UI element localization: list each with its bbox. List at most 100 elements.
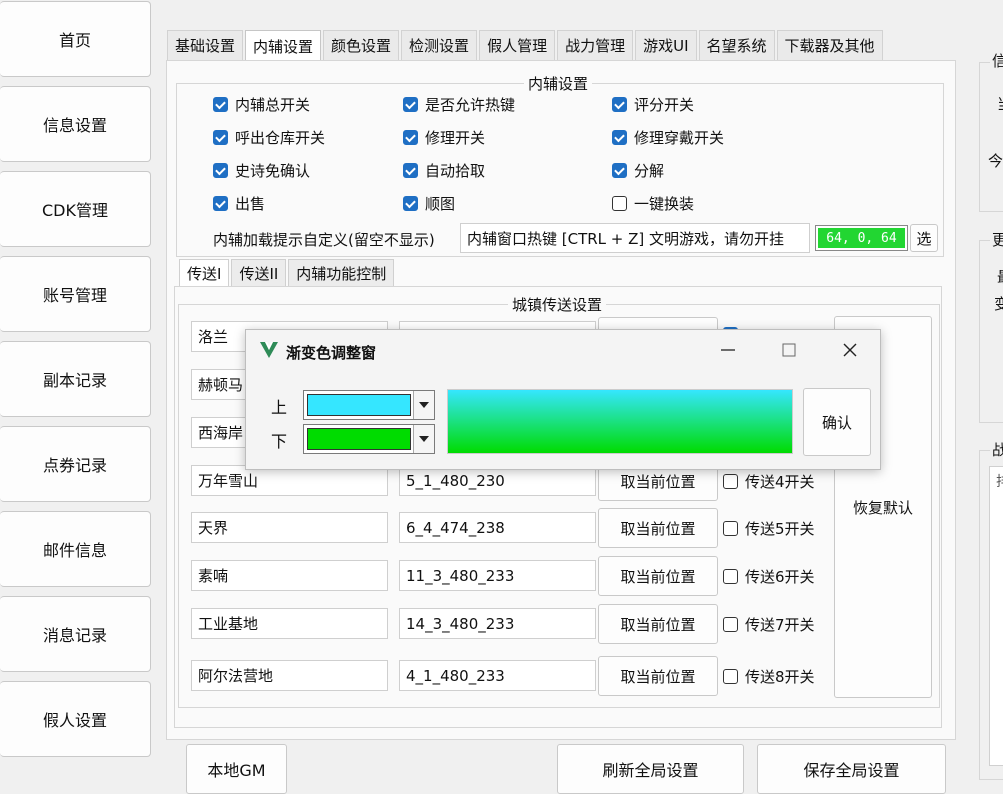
minimize-icon[interactable] (713, 338, 743, 362)
tab-7[interactable]: 名望系统 (698, 30, 775, 60)
checkbox-icon[interactable] (723, 521, 738, 536)
teleport-coord-input[interactable]: 4_1_480_233 (399, 660, 596, 691)
tab-5[interactable]: 战力管理 (557, 30, 634, 60)
checkbox-icon[interactable] (723, 669, 738, 684)
tab-3[interactable]: 检测设置 (401, 30, 478, 60)
color-value-display: 64, 0, 64 (818, 228, 905, 248)
teleport-name-input[interactable]: 阿尔法营地 (191, 660, 388, 691)
assist-check-4[interactable]: 修理开关 (403, 127, 485, 148)
checkbox-label: 分解 (634, 162, 665, 180)
subtab-0[interactable]: 传送I (179, 259, 230, 286)
assist-check-8[interactable]: 分解 (612, 160, 664, 181)
teleport-coord-input[interactable]: 11_3_480_233 (399, 560, 596, 591)
tab-6[interactable]: 游戏UI (635, 30, 697, 60)
subtab-2[interactable]: 内辅功能控制 (288, 259, 395, 286)
assist-check-11[interactable]: 一键换装 (612, 193, 694, 214)
close-icon[interactable] (835, 338, 865, 362)
nav-message-records-button[interactable]: 消息记录 (0, 596, 151, 672)
checkbox-icon[interactable] (213, 196, 228, 211)
checkbox-icon[interactable] (612, 97, 627, 112)
checkbox-icon[interactable] (213, 130, 228, 145)
assist-check-6[interactable]: 史诗免确认 (213, 160, 310, 181)
right-group-2-title: 更 (990, 229, 1003, 250)
sub-tab-bar: 传送I 传送II 内辅功能控制 (179, 259, 396, 286)
save-global-button[interactable]: 保存全局设置 (757, 744, 946, 794)
checkbox-icon[interactable] (723, 617, 738, 632)
checkbox-icon[interactable] (612, 163, 627, 178)
teleport-name-input[interactable]: 工业基地 (191, 608, 388, 639)
teleport-name-input[interactable]: 天界 (191, 512, 388, 543)
teleport-group-title: 城镇传送设置 (508, 294, 607, 315)
assist-check-7[interactable]: 自动拾取 (403, 160, 485, 181)
teleport-toggle[interactable]: 传送8开关 (723, 666, 815, 687)
bottom-color-select[interactable] (303, 424, 435, 454)
checkbox-icon[interactable] (403, 196, 418, 211)
checkbox-label: 内辅总开关 (235, 96, 311, 114)
checkbox-icon[interactable] (403, 130, 418, 145)
teleport-toggle[interactable]: 传送7开关 (723, 614, 815, 635)
nav-dungeon-records-button[interactable]: 副本记录 (0, 341, 151, 417)
gradient-preview (447, 389, 793, 454)
nav-mail-info-button[interactable]: 邮件信息 (0, 511, 151, 587)
checkbox-label: 传送6开关 (745, 568, 815, 586)
nav-cdk-management-button[interactable]: CDK管理 (0, 171, 151, 247)
checkbox-icon[interactable] (403, 163, 418, 178)
teleport-toggle[interactable]: 传送4开关 (723, 471, 815, 492)
right-group-1-text-b: 今 (988, 152, 1003, 170)
nav-home-button[interactable]: 首页 (0, 1, 151, 77)
tab-1[interactable]: 内辅设置 (245, 30, 322, 61)
checkbox-label: 修理穿戴开关 (634, 129, 725, 147)
right-group-1 (979, 62, 1003, 212)
nav-bot-settings-button[interactable]: 假人设置 (0, 681, 151, 757)
assist-check-1[interactable]: 是否允许热键 (403, 94, 515, 115)
gradient-dialog: 渐变色调整窗 上 下 确认 (245, 329, 881, 470)
get-position-button[interactable]: 取当前位置 (598, 604, 718, 644)
right-group-2-text-a: 最 (997, 266, 1003, 287)
assist-check-9[interactable]: 出售 (213, 193, 265, 214)
get-position-button[interactable]: 取当前位置 (598, 556, 718, 596)
checkbox-icon[interactable] (213, 97, 228, 112)
assist-check-10[interactable]: 顺图 (403, 193, 455, 214)
checkbox-icon[interactable] (612, 196, 627, 211)
get-position-button[interactable]: 取当前位置 (598, 508, 718, 548)
teleport-name-input[interactable]: 素喃 (191, 560, 388, 591)
right-group-1-title: 信 (990, 50, 1003, 71)
top-color-select[interactable] (303, 390, 435, 420)
checkbox-label: 一键换装 (634, 195, 695, 213)
teleport-coord-input[interactable]: 6_4_474_238 (399, 512, 596, 543)
assist-check-2[interactable]: 评分开关 (612, 94, 694, 115)
dropdown-arrow-icon[interactable] (413, 391, 434, 419)
tab-8[interactable]: 下载器及其他 (776, 30, 883, 60)
refresh-global-button[interactable]: 刷新全局设置 (557, 744, 744, 794)
local-gm-button[interactable]: 本地GM (186, 744, 287, 794)
nav-coupon-records-button[interactable]: 点券记录 (0, 426, 151, 502)
nav-account-management-button[interactable]: 账号管理 (0, 256, 151, 332)
teleport-toggle[interactable]: 传送6开关 (723, 566, 815, 587)
maximize-icon[interactable] (774, 338, 804, 362)
checkbox-icon[interactable] (213, 163, 228, 178)
app-logo-icon (260, 342, 278, 358)
right-group-1-text-a: 当 (997, 93, 1003, 114)
tab-2[interactable]: 颜色设置 (323, 30, 400, 60)
right-list[interactable]: 排 (989, 466, 1003, 766)
teleport-toggle[interactable]: 传送5开关 (723, 518, 815, 539)
subtab-1[interactable]: 传送II (231, 259, 287, 286)
checkbox-icon[interactable] (612, 130, 627, 145)
tab-4[interactable]: 假人管理 (479, 30, 556, 60)
checkbox-icon[interactable] (723, 569, 738, 584)
checkbox-icon[interactable] (723, 474, 738, 489)
nav-info-settings-button[interactable]: 信息设置 (0, 86, 151, 162)
dropdown-arrow-icon[interactable] (413, 425, 434, 453)
bottom-color-label: 下 (271, 432, 288, 451)
prompt-input[interactable]: 内辅窗口热键 [CTRL + Z] 文明游戏，请勿开挂 (460, 223, 810, 253)
assist-check-0[interactable]: 内辅总开关 (213, 94, 310, 115)
checkbox-icon[interactable] (403, 97, 418, 112)
assist-check-5[interactable]: 修理穿戴开关 (612, 127, 724, 148)
tab-0[interactable]: 基础设置 (167, 30, 244, 60)
color-value-field[interactable]: 64, 0, 64 (815, 225, 908, 251)
teleport-coord-input[interactable]: 14_3_480_233 (399, 608, 596, 639)
assist-check-3[interactable]: 呼出仓库开关 (213, 127, 325, 148)
get-position-button[interactable]: 取当前位置 (598, 656, 718, 696)
confirm-button[interactable]: 确认 (803, 388, 871, 456)
select-color-button[interactable]: 选 (910, 224, 938, 252)
